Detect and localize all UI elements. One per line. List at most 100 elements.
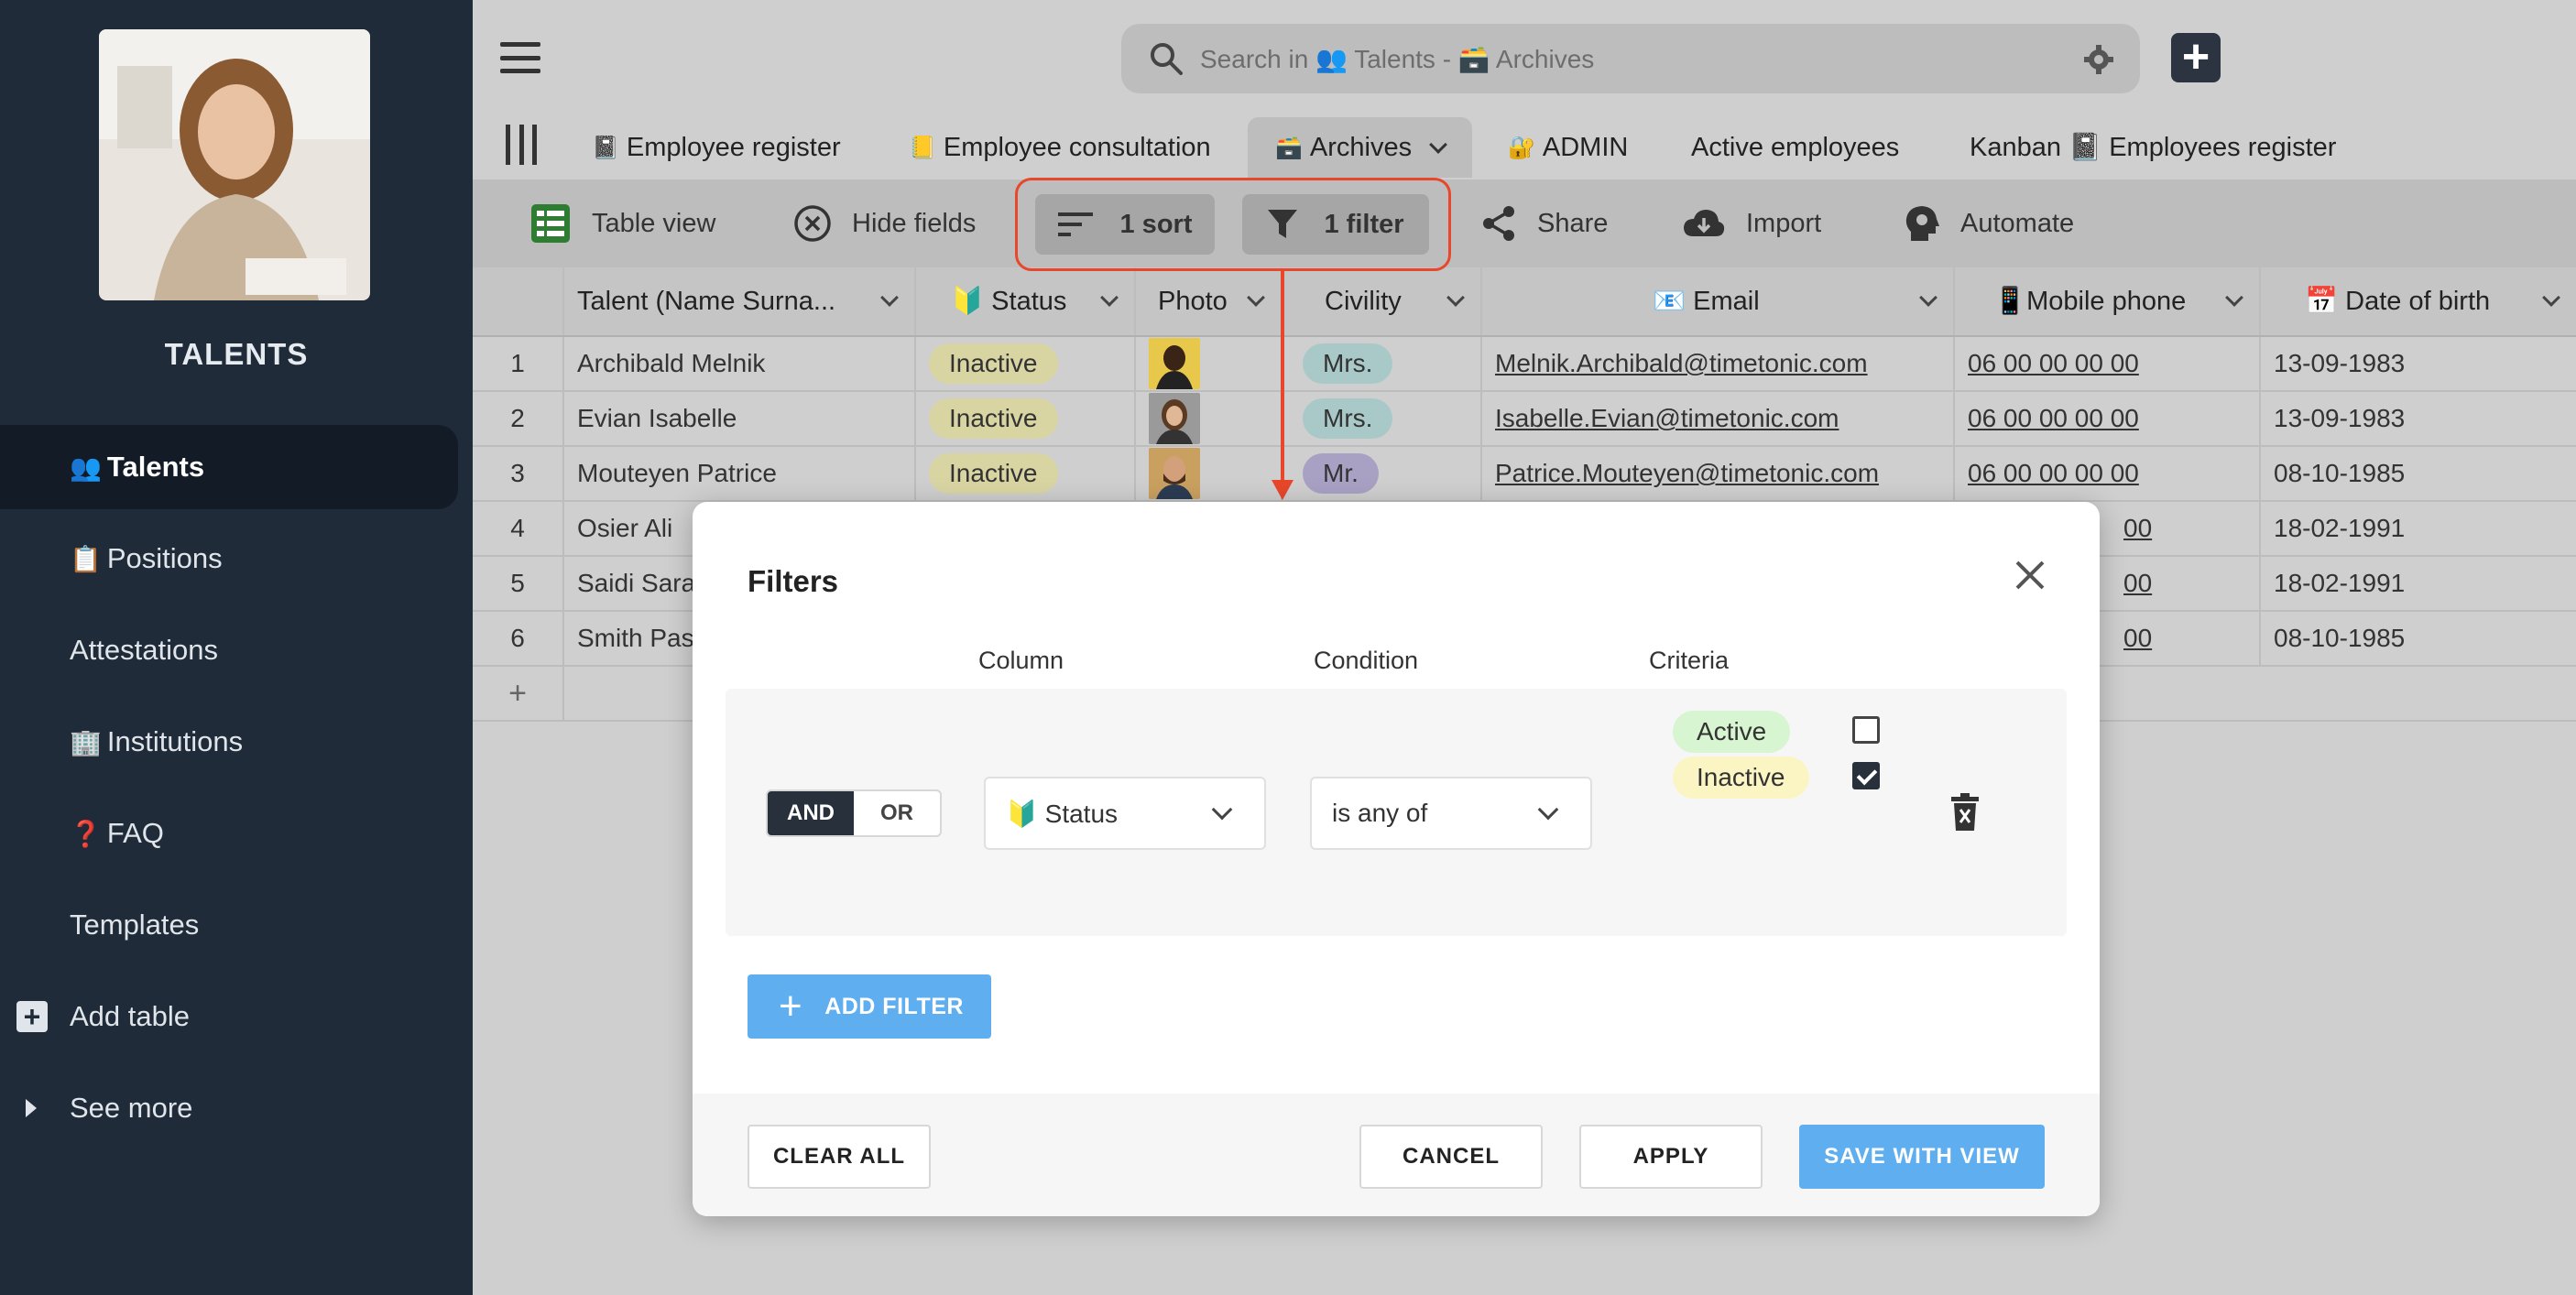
email-link[interactable]: Melnik.Archibald@timetonic.com (1482, 337, 1955, 390)
table-row[interactable]: 2 Evian Isabelle Inactive Mrs. Isabelle.… (473, 392, 2576, 447)
date-of-birth-cell[interactable]: 13-09-1983 (2261, 392, 2576, 445)
column-header-email[interactable]: 📧 Email (1482, 267, 1955, 335)
date-of-birth-cell[interactable]: 18-02-1991 (2261, 557, 2576, 610)
chevron-down-icon[interactable] (1429, 136, 1447, 154)
column-header-photo[interactable]: Photo (1136, 267, 1283, 335)
automate-button[interactable]: Automate (1904, 180, 2074, 267)
annotation-arrow (1281, 271, 1284, 484)
cancel-button[interactable]: CANCEL (1359, 1125, 1543, 1189)
hide-fields-button[interactable]: Hide fields (793, 180, 976, 267)
row-number: 5 (473, 557, 564, 610)
column-header-label: 📧 Email (1653, 287, 1760, 316)
share-button[interactable]: Share (1480, 180, 1608, 267)
table-row[interactable]: 1 Archibald Melnik Inactive Mrs. Melnik.… (473, 337, 2576, 392)
chevron-down-icon[interactable] (880, 288, 899, 307)
tab-kanban-employees-register[interactable]: Kanban 📓 Employees register (1970, 117, 2336, 178)
and-option[interactable]: AND (768, 791, 854, 835)
date-of-birth-cell[interactable]: 08-10-1985 (2261, 447, 2576, 500)
email-link[interactable]: Isabelle.Evian@timetonic.com (1482, 392, 1955, 445)
mobile-phone-link[interactable]: 06 00 00 00 00 (1955, 392, 2261, 445)
add-button[interactable]: + (2171, 33, 2221, 82)
chevron-down-icon[interactable] (1919, 288, 1937, 307)
chevron-down-icon[interactable] (1247, 288, 1265, 307)
share-icon (1483, 206, 1514, 241)
sidebar-item-attestations[interactable]: Attestations (0, 608, 458, 692)
save-with-view-button[interactable]: SAVE WITH VIEW (1799, 1125, 2045, 1189)
cloud-download-icon (1684, 210, 1725, 236)
talent-name-cell[interactable]: Mouteyen Patrice (564, 447, 916, 500)
civility-cell[interactable]: Mr. (1283, 447, 1482, 500)
column-header-status[interactable]: 🔰 Status (916, 267, 1136, 335)
talent-name-cell[interactable]: Evian Isabelle (564, 392, 916, 445)
date-of-birth-cell[interactable]: 08-10-1985 (2261, 612, 2576, 665)
tab-admin[interactable]: 🔐 ADMIN (1508, 117, 1628, 178)
or-option[interactable]: OR (854, 791, 940, 835)
import-button[interactable]: Import (1682, 180, 1821, 267)
status-badge: Inactive (929, 343, 1058, 384)
table-row[interactable]: 3 Mouteyen Patrice Inactive Mr. Patrice.… (473, 447, 2576, 502)
chevron-down-icon[interactable] (1446, 288, 1465, 307)
ledger-icon: 📒 (909, 135, 936, 160)
sidebar-see-more[interactable]: See more (0, 1066, 458, 1150)
civility-cell[interactable]: Mrs. (1283, 337, 1482, 390)
sidebar-item-templates[interactable]: Templates (0, 883, 458, 967)
card-box-icon: 🗃️ (1275, 135, 1303, 160)
status-cell[interactable]: Inactive (916, 392, 1136, 445)
mobile-phone-link[interactable]: 06 00 00 00 00 (1955, 337, 2261, 390)
condition-select[interactable]: is any of (1310, 777, 1592, 850)
add-filter-label: ADD FILTER (824, 993, 964, 1019)
criteria-checkbox-inactive[interactable] (1852, 762, 1880, 789)
tab-employee-consultation[interactable]: 📒 Employee consultation (909, 117, 1211, 178)
status-cell[interactable]: Inactive (916, 447, 1136, 500)
chevron-down-icon[interactable] (2225, 288, 2243, 307)
photo-cell[interactable] (1136, 447, 1283, 500)
column-header-civility[interactable]: Civility (1283, 267, 1482, 335)
search-bar[interactable]: Search in 👥 Talents - 🗃️ Archives (1121, 24, 2140, 93)
sidebar-item-label: Positions (106, 542, 223, 574)
sidebar-add-table[interactable]: + Add table (0, 974, 458, 1059)
talent-photo-icon (1149, 338, 1200, 389)
table-header-row: Talent (Name Surna... 🔰 Status Photo Civ… (473, 267, 2576, 337)
clear-all-button[interactable]: CLEAR ALL (748, 1125, 931, 1189)
date-of-birth-cell[interactable]: 13-09-1983 (2261, 337, 2576, 390)
civility-cell[interactable]: Mrs. (1283, 392, 1482, 445)
column-header-date-of-birth[interactable]: 📅 Date of birth (2261, 267, 2576, 335)
chevron-down-icon[interactable] (2542, 288, 2560, 307)
menu-icon[interactable] (500, 42, 540, 73)
hide-circle-x-icon (794, 205, 831, 242)
add-row-plus-icon[interactable]: + (473, 667, 564, 720)
column-label: Column (978, 647, 1064, 674)
tab-active-employees[interactable]: Active employees (1691, 117, 1899, 178)
tabs-handle-icon[interactable] (506, 125, 537, 165)
gear-icon[interactable] (2083, 44, 2114, 75)
question-icon: ❓ (70, 819, 102, 848)
row-number: 2 (473, 392, 564, 445)
search-icon (1151, 43, 1183, 75)
mobile-phone-link[interactable]: 06 00 00 00 00 (1955, 447, 2261, 500)
column-header-label: Civility (1325, 286, 1402, 316)
sidebar-item-faq[interactable]: ❓ FAQ (0, 791, 458, 876)
column-select[interactable]: 🔰 Status (984, 777, 1266, 850)
add-filter-button[interactable]: + ADD FILTER (748, 974, 991, 1039)
talent-name-cell[interactable]: Archibald Melnik (564, 337, 916, 390)
email-link[interactable]: Patrice.Mouteyen@timetonic.com (1482, 447, 1955, 500)
sidebar-item-positions[interactable]: 📋 Positions (0, 517, 458, 601)
trash-icon[interactable] (1949, 793, 1981, 832)
chevron-down-icon[interactable] (1100, 288, 1119, 307)
apply-button[interactable]: APPLY (1579, 1125, 1763, 1189)
photo-cell[interactable] (1136, 337, 1283, 390)
column-header-mobile-phone[interactable]: 📱Mobile phone (1955, 267, 2261, 335)
status-cell[interactable]: Inactive (916, 337, 1136, 390)
sidebar-item-talents[interactable]: 👥 Talents (0, 425, 458, 509)
tab-archives[interactable]: 🗃️ Archives (1248, 117, 1473, 178)
criteria-checkbox-active[interactable] (1852, 716, 1880, 744)
close-icon[interactable] (2012, 557, 2048, 593)
search-input[interactable]: Search in 👥 Talents - 🗃️ Archives (1200, 44, 1594, 74)
date-of-birth-cell[interactable]: 18-02-1991 (2261, 502, 2576, 555)
sidebar-item-institutions[interactable]: 🏢 Institutions (0, 700, 458, 784)
and-or-toggle[interactable]: AND OR (766, 789, 942, 837)
table-view-button[interactable]: Table view (529, 180, 715, 267)
tab-employee-register[interactable]: 📓 Employee register (592, 117, 841, 178)
photo-cell[interactable] (1136, 392, 1283, 445)
column-header-talent[interactable]: Talent (Name Surna... (564, 267, 916, 335)
